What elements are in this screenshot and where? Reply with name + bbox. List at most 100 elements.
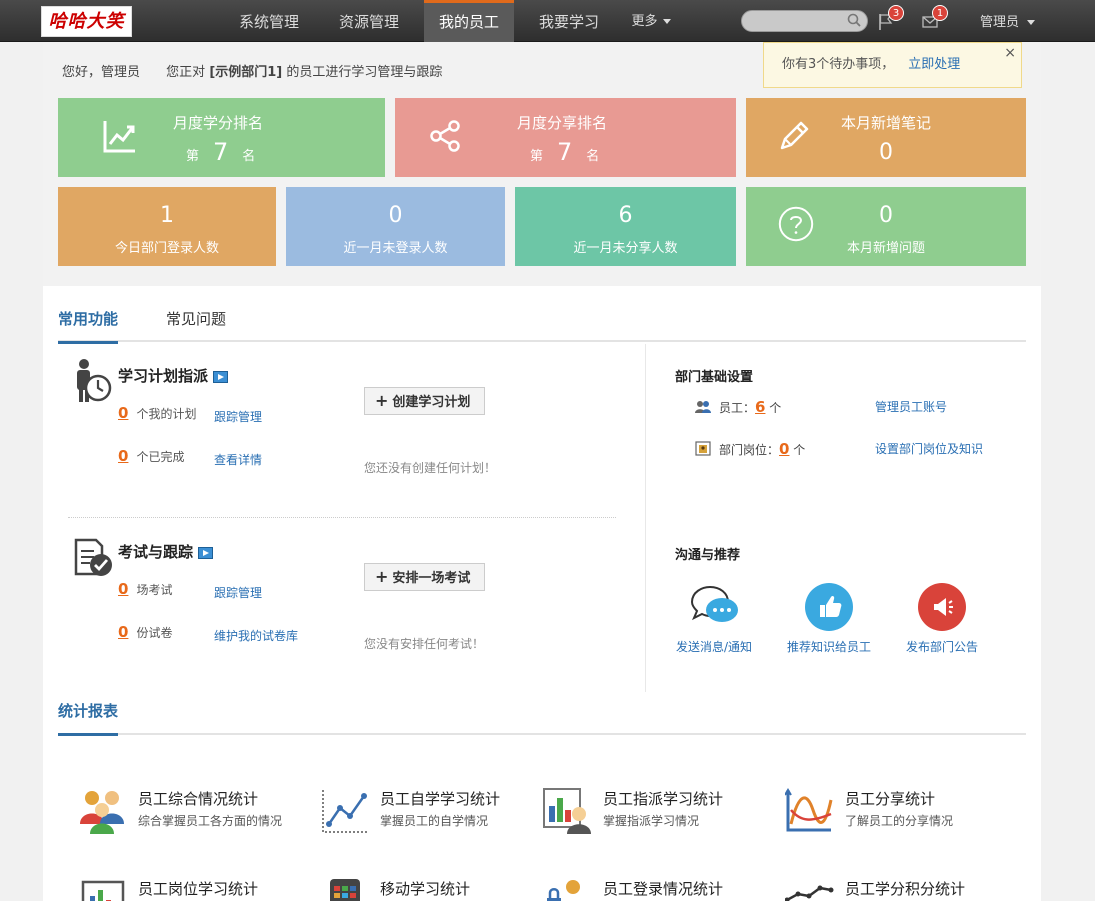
publish-notice-button[interactable] <box>918 583 966 631</box>
tab-faq[interactable]: 常见问题 <box>166 308 226 342</box>
nav-item-learn[interactable]: 我要学习 <box>524 0 614 42</box>
nav-item-system[interactable]: 系统管理 <box>224 0 314 42</box>
plan-details-link[interactable]: 查看详情 <box>214 451 262 468</box>
tab-common-functions[interactable]: 常用功能 <box>58 308 119 344</box>
question-circle-icon <box>778 206 814 242</box>
recommend-knowledge-label[interactable]: 推荐知识给员工 <box>781 638 877 655</box>
main-content: 您好，管理员 您正对 [示例部门1] 的员工进行学习管理与跟踪 你有3个待办事项… <box>43 42 1041 901</box>
tile-share-rank[interactable]: 月度分享排名 第7名 <box>395 98 736 177</box>
recommend-knowledge-button[interactable] <box>805 583 853 631</box>
tile-new-notes[interactable]: 本月新增笔记 0 <box>746 98 1026 177</box>
thumbs-up-icon <box>820 595 842 617</box>
plan-section-title: 学习计划指派 <box>118 365 229 386</box>
report-sharing[interactable]: 员工分享统计 了解员工的分享情况 <box>785 788 1015 834</box>
report-login-status[interactable]: 员工登录情况统计 <box>543 878 773 901</box>
close-icon[interactable]: × <box>1004 31 1016 75</box>
report-title: 员工登录情况统计 <box>603 880 724 898</box>
tab-statistics-reports[interactable]: 统计报表 <box>58 700 119 736</box>
nav-item-my-staff[interactable]: 我的员工 <box>424 0 514 42</box>
rank-prefix: 第 <box>186 149 200 164</box>
rank-number: 7 <box>557 138 573 166</box>
plan-empty-note: 您还没有创建任何计划！ <box>364 461 497 475</box>
tile-study-rank-value-row: 第7名 <box>186 138 255 166</box>
todo-notice: 你有3个待办事项， 立即处理 × <box>763 42 1022 88</box>
report-title: 员工分享统计 <box>845 790 936 808</box>
search-icon[interactable] <box>847 13 861 27</box>
plus-icon: + <box>375 391 389 410</box>
post-count-info: 部门岗位：0 个 <box>719 440 805 458</box>
report-staff-overall[interactable]: 员工综合情况统计 综合掌握员工各方面的情况 <box>78 788 308 834</box>
nav-more-menu[interactable]: 更多 <box>624 0 678 42</box>
users-icon <box>695 401 711 413</box>
plan-track-link[interactable]: 跟踪管理 <box>214 408 262 425</box>
report-self-study[interactable]: 员工自学学习统计 掌握员工的自学情况 <box>320 788 550 834</box>
manage-accounts-link[interactable]: 管理员工账号 <box>875 398 947 415</box>
dept-settings-title: 部门基础设置 <box>675 370 754 385</box>
nav-item-resources[interactable]: 资源管理 <box>324 0 414 42</box>
chart-trend-icon <box>103 121 135 153</box>
tile-new-notes-title: 本月新增笔记 <box>840 114 931 132</box>
paper-count-label: 份试卷 <box>136 626 173 640</box>
dept-positions-link[interactable]: 设置部门岗位及知识 <box>875 440 983 457</box>
flag-notifications[interactable]: 3 <box>878 5 904 31</box>
report-title: 员工综合情况统计 <box>138 790 259 808</box>
tile-no-login[interactable]: 0 近一月未登录人数 <box>286 187 505 266</box>
post-number[interactable]: 0 <box>779 440 789 458</box>
plan-title-text: 学习计划指派 <box>118 367 209 385</box>
create-plan-button[interactable]: + 创建学习计划 <box>364 387 486 415</box>
exam-title-text: 考试与跟踪 <box>118 543 194 561</box>
report-title: 员工指派学习统计 <box>603 790 724 808</box>
report-assigned-study[interactable]: 员工指派学习统计 掌握指派学习情况 <box>543 788 773 834</box>
tile-new-questions-value: 0 <box>879 203 893 228</box>
staff-count-info: 员工：6 个 <box>719 398 781 416</box>
schedule-exam-button[interactable]: + 安排一场考试 <box>364 563 486 591</box>
mail-badge: 1 <box>932 5 948 21</box>
share-icon <box>430 120 460 152</box>
report-credits[interactable]: 员工学分积分统计 <box>785 878 1015 901</box>
plans-done-count: 0 个已完成 <box>118 447 184 465</box>
user-lock-icon <box>547 880 580 901</box>
search-input[interactable] <box>742 11 842 31</box>
exam-count-label: 场考试 <box>136 583 173 597</box>
post-label: 部门岗位： <box>719 443 780 457</box>
tile-share-rank-title: 月度分享排名 <box>517 114 608 132</box>
flag-badge: 3 <box>888 5 904 21</box>
plus-icon: + <box>375 567 389 586</box>
chevron-down-icon <box>662 19 671 24</box>
paper-library-link[interactable]: 维护我的试卷库 <box>214 627 298 644</box>
rank-suffix: 名 <box>242 149 256 164</box>
column-divider <box>645 344 646 692</box>
greeting-prefix: 您正对 <box>166 65 206 80</box>
report-desc: 了解员工的分享情况 <box>845 814 954 828</box>
tile-no-share-value: 6 <box>618 203 633 228</box>
send-message-label[interactable]: 发送消息/通知 <box>668 638 760 655</box>
plans-done-number[interactable]: 0 <box>118 447 128 465</box>
tile-no-login-value: 0 <box>388 203 403 228</box>
publish-notice-label[interactable]: 发布部门公告 <box>894 638 990 655</box>
staff-number[interactable]: 6 <box>755 398 765 416</box>
mail-notifications[interactable]: 1 <box>922 5 948 31</box>
tile-login-today[interactable]: 1 今日部门登录人数 <box>58 187 276 266</box>
chevron-down-icon <box>1027 20 1036 25</box>
tile-new-questions[interactable]: 0 本月新增问题 <box>746 187 1026 266</box>
greeting-suffix: 的员工进行学习管理与跟踪 <box>286 65 443 80</box>
exam-document-check-icon <box>74 538 112 576</box>
tile-no-login-label: 近一月未登录人数 <box>343 241 448 256</box>
video-icon[interactable] <box>213 370 229 383</box>
tile-study-rank[interactable]: 月度学分排名 第7名 <box>58 98 385 177</box>
todo-handle-link[interactable]: 立即处理 <box>908 57 960 72</box>
people-group-icon <box>80 791 124 834</box>
report-post-study[interactable]: 员工岗位学习统计 <box>78 878 308 901</box>
rank-number: 7 <box>213 138 229 166</box>
video-icon[interactable] <box>198 546 214 559</box>
message-bubbles-icon[interactable] <box>688 584 740 628</box>
report-mobile-study[interactable]: 移动学习统计 <box>320 878 550 901</box>
exam-track-link[interactable]: 跟踪管理 <box>214 584 262 601</box>
tile-no-share[interactable]: 6 近一月未分享人数 <box>515 187 736 266</box>
brand-logo[interactable]: 哈哈大笑 <box>41 6 132 37</box>
exam-number[interactable]: 0 <box>118 580 128 598</box>
paper-number[interactable]: 0 <box>118 623 128 641</box>
my-plans-number[interactable]: 0 <box>118 404 128 422</box>
top-navigation-bar: 哈哈大笑 系统管理 资源管理 我的员工 我要学习 更多 3 1 管理员 <box>0 0 1095 42</box>
report-title: 员工学分积分统计 <box>845 880 966 898</box>
